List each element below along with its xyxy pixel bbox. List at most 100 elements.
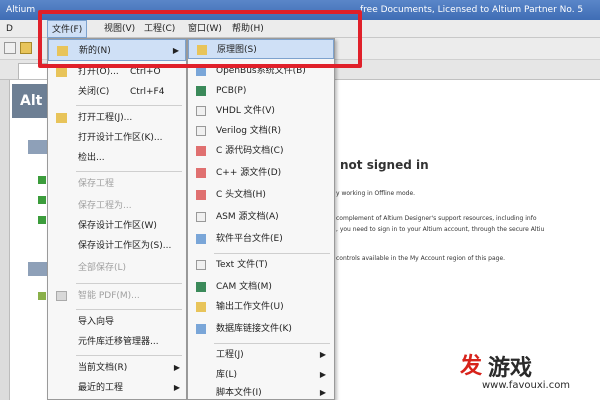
watermark-url: www.favouxi.com	[482, 380, 571, 391]
body-text: controls available in the My Account reg…	[336, 255, 506, 262]
menu-item-label: C 源代码文档(C)	[216, 146, 284, 156]
menu-item-label: CAM 文档(M)	[216, 282, 272, 292]
new-pcb[interactable]: PCB(P)	[188, 81, 334, 101]
menu-item-label: 脚本文件(I)	[216, 388, 262, 398]
new-software-platform[interactable]: 软件平台文件(E)	[188, 229, 334, 249]
menu-item-label: C 头文档(H)	[216, 190, 266, 200]
submenu-arrow-icon: ▶	[319, 370, 326, 379]
signin-heading: not signed in	[340, 158, 429, 172]
menu-item-label: Text 文件(T)	[216, 260, 268, 270]
submenu-arrow-icon: ▶	[319, 350, 326, 359]
menu-item-label: 数据库链接文件(K)	[216, 324, 292, 334]
file-menu-save-all[interactable]: 全部保存(L)	[48, 257, 186, 279]
text-file-icon	[196, 260, 206, 270]
menu-item-label: 元件库迁移管理器...	[78, 337, 159, 347]
file-menu-checkout[interactable]: 检出...	[48, 147, 186, 169]
menu-separator	[76, 171, 182, 172]
body-text: complement of Altium Designer's support …	[336, 215, 537, 222]
output-job-icon	[196, 302, 206, 312]
file-menu-open-project[interactable]: 打开工程(J)...	[48, 107, 186, 129]
file-menu-import-wizard[interactable]: 导入向导	[48, 311, 186, 333]
menu-item-label: ASM 源文档(A)	[216, 212, 279, 222]
pcb-icon	[196, 86, 206, 96]
new-submenu: 原理图(S) OpenBus系统文件(B) PCB(P) VHDL 文件(V) …	[187, 38, 335, 400]
new-library[interactable]: 库(L) ▶	[188, 365, 334, 385]
folder-icon	[38, 292, 46, 300]
new-script[interactable]: 脚本文件(I) ▶	[188, 383, 334, 400]
watermark-logo: 发	[460, 354, 483, 379]
title-right: free Documents, Licensed to Altium Partn…	[360, 5, 584, 15]
file-menu-recent-docs[interactable]: 当前文档(R) ▶	[48, 357, 186, 379]
header-file-icon	[196, 190, 206, 200]
cam-file-icon	[196, 282, 206, 292]
file-menu-save-workspace[interactable]: 保存设计工作区(W)	[48, 215, 186, 237]
file-menu-save-project-as[interactable]: 保存工程为...	[48, 195, 186, 217]
file-menu-dropdown: 新的(N) ▶ 打开(O)... Ctrl+O 关闭(C) Ctrl+F4 打开…	[47, 38, 187, 400]
menu-separator	[76, 283, 182, 284]
menu-item-label: Verilog 文档(R)	[216, 126, 282, 136]
asm-file-icon	[196, 212, 206, 222]
file-menu-close[interactable]: 关闭(C) Ctrl+F4	[48, 81, 186, 103]
menu-item-label: 打开(O)...	[78, 67, 119, 77]
menu-item-label: PCB(P)	[216, 86, 247, 96]
menu-separator	[76, 309, 182, 310]
watermark-title: 游戏	[488, 356, 533, 381]
menu-item-label: 保存工程	[78, 179, 115, 189]
pdf-icon	[56, 291, 67, 301]
menu-item-label: 打开设计工作区(K)...	[78, 133, 163, 143]
new-database-link[interactable]: 数据库链接文件(K)	[188, 319, 334, 339]
menu-item-label: 保存设计工作区(W)	[78, 221, 157, 231]
submenu-arrow-icon: ▶	[173, 363, 180, 372]
file-menu-smart-pdf[interactable]: 智能 PDF(M)...	[48, 285, 186, 307]
document-icon	[196, 126, 206, 136]
body-text: , you need to sign in to your Altium acc…	[336, 226, 545, 233]
menu-separator	[76, 105, 182, 106]
body-text: y working in Offline mode.	[336, 190, 416, 197]
menu-item-label: 关闭(C)	[78, 87, 110, 97]
menu-item-label: 智能 PDF(M)...	[78, 291, 140, 301]
menu-item-label: 导入向导	[78, 317, 115, 327]
file-menu-library-migrator[interactable]: 元件库迁移管理器...	[48, 331, 186, 353]
new-verilog[interactable]: Verilog 文档(R)	[188, 121, 334, 141]
new-file-icon[interactable]	[4, 42, 16, 54]
menu-separator	[214, 343, 330, 344]
file-menu-open-workspace[interactable]: 打开设计工作区(K)...	[48, 127, 186, 149]
menu-separator	[214, 253, 330, 254]
menu-item-label: 最近的工程	[78, 383, 124, 393]
green-bullet-icon	[38, 196, 46, 204]
project-folder-icon	[56, 113, 67, 123]
menu-item-label: 库(L)	[216, 370, 238, 380]
cpp-file-icon	[196, 168, 206, 178]
menu-item-label: C++ 源文件(D)	[216, 168, 282, 178]
menu-item-label: 软件平台文件(E)	[216, 234, 283, 244]
menu-item-label: 全部保存(L)	[78, 263, 127, 273]
open-folder-icon[interactable]	[20, 42, 32, 54]
new-project[interactable]: 工程(J) ▶	[188, 345, 334, 365]
new-text[interactable]: Text 文件(T)	[188, 255, 334, 275]
menu-item-label: 工程(J)	[216, 350, 244, 360]
menu-item-label: 打开工程(J)...	[78, 113, 133, 123]
new-c-header[interactable]: C 头文档(H)	[188, 185, 334, 205]
new-vhdl[interactable]: VHDL 文件(V)	[188, 101, 334, 121]
c-file-icon	[196, 146, 206, 156]
new-cpp-source[interactable]: C++ 源文件(D)	[188, 163, 334, 183]
menu-item-label: 保存工程为...	[78, 201, 132, 211]
new-c-source[interactable]: C 源代码文档(C)	[188, 141, 334, 161]
file-menu-recent-projects[interactable]: 最近的工程 ▶	[48, 377, 186, 399]
submenu-arrow-icon: ▶	[173, 383, 180, 392]
green-bullet-icon	[38, 176, 46, 184]
file-menu-save-workspace-as[interactable]: 保存设计工作区为(S)...	[48, 235, 186, 257]
menu-item-label: 检出...	[78, 153, 105, 163]
menu-leading[interactable]: D	[2, 20, 17, 38]
red-highlight-box	[38, 10, 362, 68]
menu-item-label: 输出工作文件(U)	[216, 302, 284, 312]
new-asm[interactable]: ASM 源文档(A)	[188, 207, 334, 227]
menu-item-label: 保存设计工作区为(S)...	[78, 241, 172, 251]
open-folder-icon	[56, 67, 67, 77]
menu-item-label: 当前文档(R)	[78, 363, 128, 373]
side-panel-tabs[interactable]	[0, 80, 10, 400]
new-cam[interactable]: CAM 文档(M)	[188, 277, 334, 297]
platform-icon	[196, 234, 206, 244]
file-menu-save-project[interactable]: 保存工程	[48, 173, 186, 195]
new-output-job[interactable]: 输出工作文件(U)	[188, 297, 334, 317]
